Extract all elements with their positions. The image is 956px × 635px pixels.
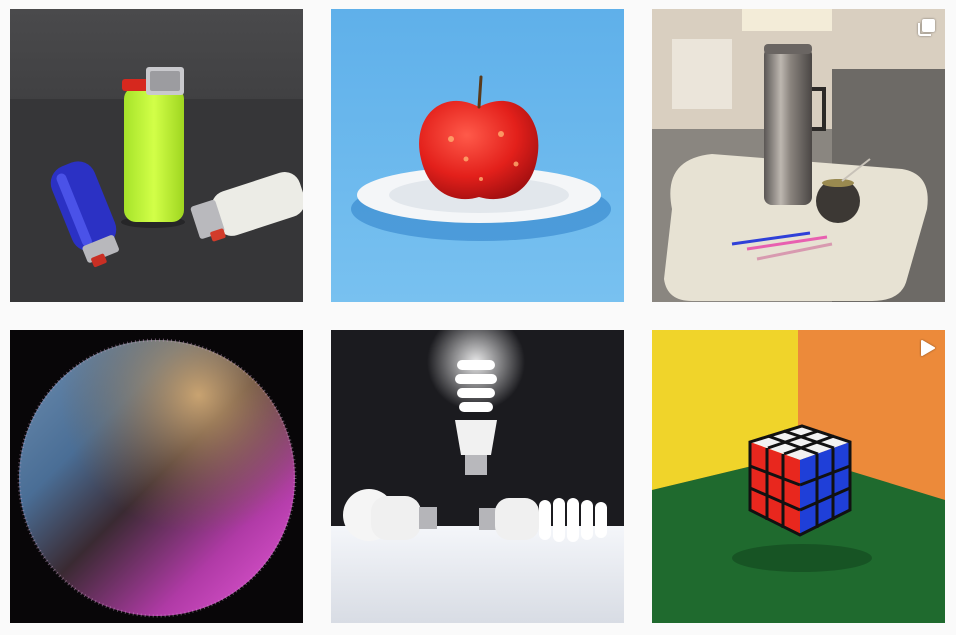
fur-sphere-image bbox=[10, 330, 303, 623]
rubiks-cube-image bbox=[652, 330, 945, 623]
post-grid bbox=[0, 0, 956, 635]
post-tile-cfl-bulbs[interactable] bbox=[331, 330, 624, 623]
video-icon bbox=[918, 339, 936, 357]
post-tile-rubiks-cube[interactable] bbox=[652, 330, 945, 623]
thermos-image bbox=[652, 9, 945, 302]
post-tile-apple[interactable] bbox=[331, 9, 624, 302]
post-tile-fur-sphere[interactable] bbox=[10, 330, 303, 623]
carousel-icon bbox=[918, 18, 936, 36]
post-tile-thermos[interactable] bbox=[652, 9, 945, 302]
cfl-bulbs-image bbox=[331, 330, 624, 623]
post-tile-lighters[interactable] bbox=[10, 9, 303, 302]
apple-image bbox=[331, 9, 624, 302]
lighters-image bbox=[10, 9, 303, 302]
